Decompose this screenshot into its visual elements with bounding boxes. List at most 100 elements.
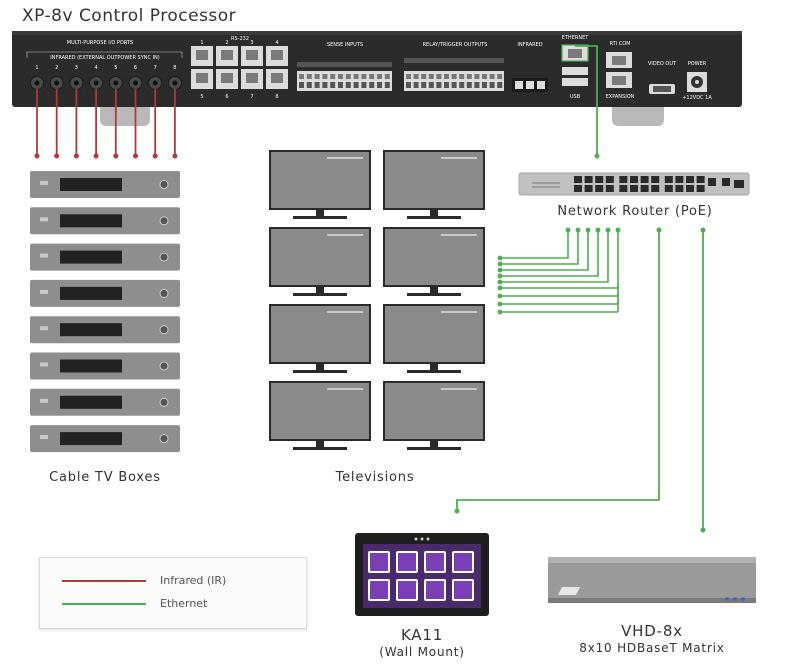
cable-box-knob xyxy=(159,252,169,262)
router-port xyxy=(664,185,673,192)
cable-box-display xyxy=(60,323,122,337)
ethernet-line-tv xyxy=(500,230,619,289)
cable-box-knob xyxy=(159,325,169,335)
tv-stand xyxy=(407,447,461,450)
relay-terminal-slot xyxy=(428,82,434,88)
ir-line-end xyxy=(133,153,138,159)
television-grid xyxy=(269,150,485,450)
relay-terminal-screw xyxy=(413,74,419,79)
ethernet-connections xyxy=(454,45,706,533)
mp-port-number: 3 xyxy=(75,65,78,71)
power-label: POWER xyxy=(688,61,707,67)
router-port xyxy=(640,185,649,192)
rs232-number: 6 xyxy=(225,94,228,100)
relay-terminal-slot xyxy=(466,82,472,88)
infrared-label: INFRARED xyxy=(517,42,542,48)
relay-outputs-label: RELAY/TRIGGER OUTPUTS xyxy=(423,42,488,48)
ethernet-port-dot xyxy=(575,227,581,233)
rs232-number: 2 xyxy=(225,40,228,46)
ir-line-end xyxy=(73,153,79,159)
ethernet-line-tv xyxy=(500,230,609,283)
ethernet-line-end xyxy=(497,301,503,307)
ka11-button-face xyxy=(426,553,444,571)
cable-box-led xyxy=(40,362,48,367)
ethernet-port-dot xyxy=(615,227,621,233)
router-port xyxy=(675,185,684,192)
router-port xyxy=(574,185,582,192)
sense-inputs-label: SENSE INPUTS xyxy=(327,42,363,48)
sense-terminal-screw xyxy=(377,74,382,79)
legend-ir-label: Infrared (IR) xyxy=(160,574,227,587)
sense-terminal-slot xyxy=(384,82,390,88)
mp-port-number: 1 xyxy=(35,65,38,71)
rs232-port-socket xyxy=(271,73,283,83)
relay-terminal-slot xyxy=(482,82,487,88)
cable-box-knob xyxy=(159,361,169,371)
ethernet-line-end xyxy=(497,267,503,273)
legend-ir-swatch xyxy=(62,580,146,582)
router-port xyxy=(664,176,673,183)
sense-terminal-slot xyxy=(369,82,375,88)
relay-terminal-screw xyxy=(466,74,472,79)
tv-neck xyxy=(316,364,324,370)
rs232-number: 3 xyxy=(250,40,253,46)
sense-terminal-slot xyxy=(322,82,328,88)
television-screen xyxy=(271,152,369,208)
ka11-button-face xyxy=(454,553,472,571)
tv-stand xyxy=(293,447,347,450)
sense-terminal-slot xyxy=(338,82,343,88)
ethernet-port-dot xyxy=(605,227,611,233)
cable-box-display xyxy=(60,395,122,409)
ethernet-line-end xyxy=(497,293,503,299)
cable-box-knob xyxy=(159,434,169,444)
relay-terminal-slot xyxy=(474,82,480,88)
relay-terminal-screw xyxy=(444,74,449,79)
router-port xyxy=(640,176,649,183)
legend-ethernet-swatch xyxy=(62,603,146,605)
ethernet-line-end xyxy=(497,309,503,315)
router-port xyxy=(630,176,638,183)
router-port xyxy=(651,185,660,192)
ethernet-port-dot xyxy=(595,227,601,233)
tv-stand xyxy=(407,216,461,219)
rs232-number: 1 xyxy=(200,40,203,46)
sense-input-terminals xyxy=(297,71,392,91)
router-port xyxy=(584,185,593,192)
tv-neck xyxy=(430,210,438,216)
rs232-port-socket xyxy=(196,73,208,83)
ethernet-line-end xyxy=(497,285,503,291)
multipurpose-label: MULTI-PURPOSE I/O PORTS xyxy=(67,40,133,46)
ka11-button-face xyxy=(370,581,388,599)
mp-port-number: 6 xyxy=(134,65,137,71)
vhd-sub: 8x10 HDBaseT Matrix xyxy=(579,641,725,655)
cable-box-display xyxy=(60,214,122,228)
sense-terminal-screw xyxy=(345,74,351,79)
relay-terminal-slot xyxy=(421,82,427,88)
tv-neck xyxy=(430,364,438,370)
cable-box-display xyxy=(60,359,122,373)
rti-com-label: RTI COM xyxy=(610,41,631,47)
router-port xyxy=(619,176,628,183)
relay-terminal-screw xyxy=(428,74,434,79)
sense-terminal-slot xyxy=(361,82,367,88)
sense-terminal-slot xyxy=(299,82,304,88)
tv-neck xyxy=(316,287,324,293)
ir-line-end xyxy=(172,153,178,159)
ka11-button-face xyxy=(398,581,416,599)
relay-terminal-screw xyxy=(474,74,480,79)
router-port xyxy=(630,185,638,192)
relay-terminal-screw xyxy=(421,74,427,79)
rs232-number: 5 xyxy=(200,94,203,100)
router-port xyxy=(696,176,705,183)
router-port xyxy=(708,178,716,186)
ir-line-end xyxy=(152,153,158,159)
relay-terminal-screw xyxy=(497,74,503,79)
vhd-matrix xyxy=(548,557,756,603)
rs232-label: RS-232 xyxy=(231,36,249,42)
ethernet-line-tv xyxy=(500,230,569,259)
sense-terminal-screw xyxy=(361,74,367,79)
router-port xyxy=(595,185,604,192)
router-sfp-port xyxy=(734,180,744,188)
mp-port-hole xyxy=(34,80,40,86)
router-port xyxy=(651,176,660,183)
